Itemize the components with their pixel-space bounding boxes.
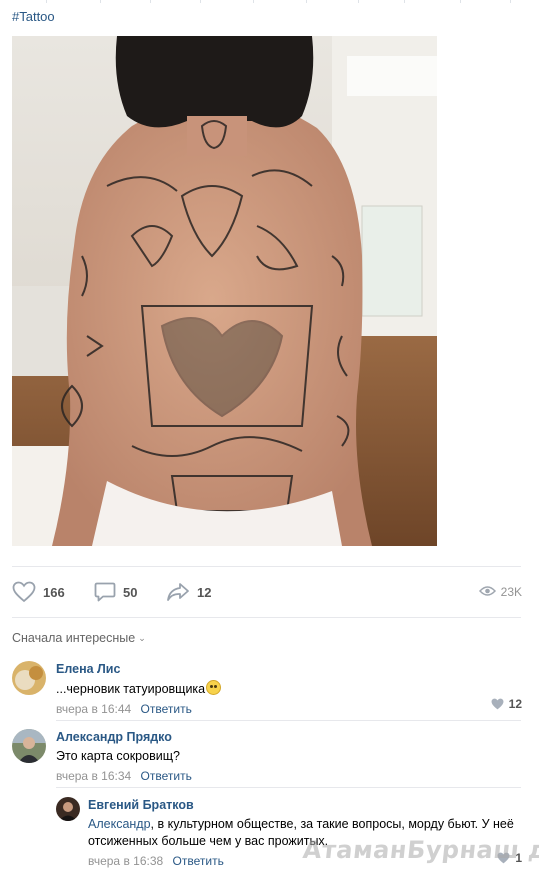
post-actions: 166 50 12 23K [12,578,522,606]
top-divider [0,0,539,3]
comments-sort-dropdown[interactable]: Сначала интересные ⌄ [12,631,146,645]
comment-count: 50 [123,584,138,600]
heart-icon [12,581,36,603]
post-hashtag[interactable]: #Tattoo [12,9,55,24]
comment-divider [56,720,521,721]
share-icon [166,581,190,603]
reply-button[interactable]: Ответить [173,854,224,868]
comment-item: Елена Лис ...черновик татуировщика вчера… [12,661,522,716]
reply-button[interactable]: Ответить [141,702,192,716]
reply-to-link[interactable]: Александр [88,817,151,831]
avatar[interactable] [56,797,80,821]
reply-button[interactable]: Ответить [141,769,192,783]
comment-time[interactable]: вчера в 16:38 [88,854,163,868]
like-button[interactable]: 166 [12,578,65,606]
smiley-emoji-icon [206,680,222,695]
comment-author[interactable]: Александр Прядко [56,729,522,745]
comment-icon [94,581,116,603]
comment-like-count: 12 [508,697,522,711]
watermark: АтаманБурнаш для ЯП [301,836,539,864]
comment-author[interactable]: Евгений Братков [88,797,522,813]
post-photo[interactable] [12,36,437,546]
avatar[interactable] [12,661,46,695]
chevron-down-icon: ⌄ [138,632,146,643]
comment-time[interactable]: вчера в 16:34 [56,769,131,783]
share-button[interactable]: 12 [166,578,211,606]
avatar[interactable] [12,729,46,763]
views-count: 23K [500,585,522,599]
heart-icon [491,698,504,710]
comment-divider [56,787,521,788]
like-count: 166 [43,584,65,600]
comment-item: Александр Прядко Это карта сокровищ? вче… [12,729,522,783]
comment-button[interactable]: 50 [94,578,137,606]
comment-like-button[interactable]: 12 [491,697,522,711]
comment-text: Это карта сокровищ? [56,749,180,763]
views-counter: 23K [478,578,522,606]
comment-time[interactable]: вчера в 16:44 [56,702,131,716]
share-count: 12 [197,584,212,600]
eye-icon [478,585,496,600]
sort-label: Сначала интересные [12,631,136,645]
post-divider [12,566,521,567]
comment-text: ...черновик татуировщика [56,682,206,696]
actions-divider [12,617,521,618]
comment-author[interactable]: Елена Лис [56,661,522,677]
